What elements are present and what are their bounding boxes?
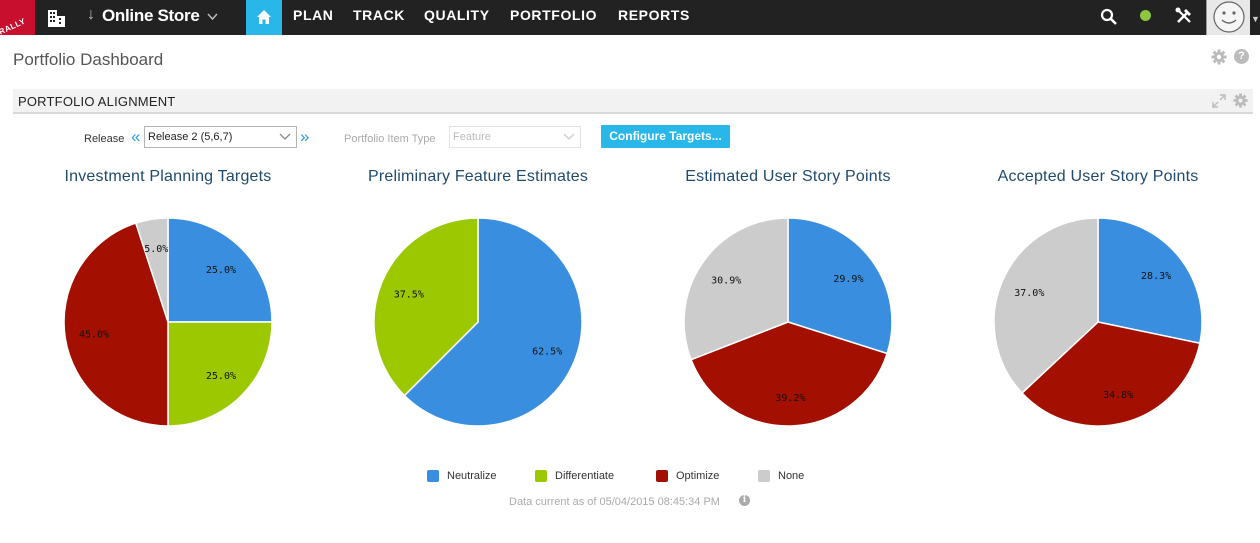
legend-label: Differentiate — [555, 470, 615, 482]
pie-charts: 25.0% 25.0% 45.0% 5.0% 62.5% 37.5% 29.9% 39.2% 3… — [63, 217, 1203, 427]
pie-slice-label: 5.0% — [144, 244, 168, 255]
pie-slice-label: 34.8% — [1103, 390, 1133, 401]
legend-swatch — [656, 470, 668, 482]
legend-swatch — [427, 470, 439, 482]
pie-slice-label: 45.0% — [79, 330, 109, 341]
pie-slice-label: 30.9% — [711, 276, 741, 287]
pie-slice-label: 29.9% — [833, 274, 863, 285]
pie-slice-label: 37.0% — [1014, 288, 1044, 299]
pie-slice-label: 28.3% — [1141, 271, 1171, 282]
info-icon[interactable]: i — [739, 495, 750, 506]
legend-label: Neutralize — [447, 470, 497, 482]
pie-slice-label: 62.5% — [532, 347, 562, 358]
legend-swatch — [535, 470, 547, 482]
legend-label: None — [778, 470, 805, 482]
pie-slice-label: 25.0% — [206, 265, 236, 276]
legend-label: Optimize — [676, 470, 720, 482]
legend-swatch — [758, 470, 770, 482]
data-timestamp: Data current as of 05/04/2015 08:45:34 P… — [509, 496, 720, 508]
pie-slice-label: 37.5% — [394, 289, 424, 300]
pie-slice-label: 39.2% — [775, 393, 805, 404]
pie-slice-label: 25.0% — [206, 371, 236, 382]
